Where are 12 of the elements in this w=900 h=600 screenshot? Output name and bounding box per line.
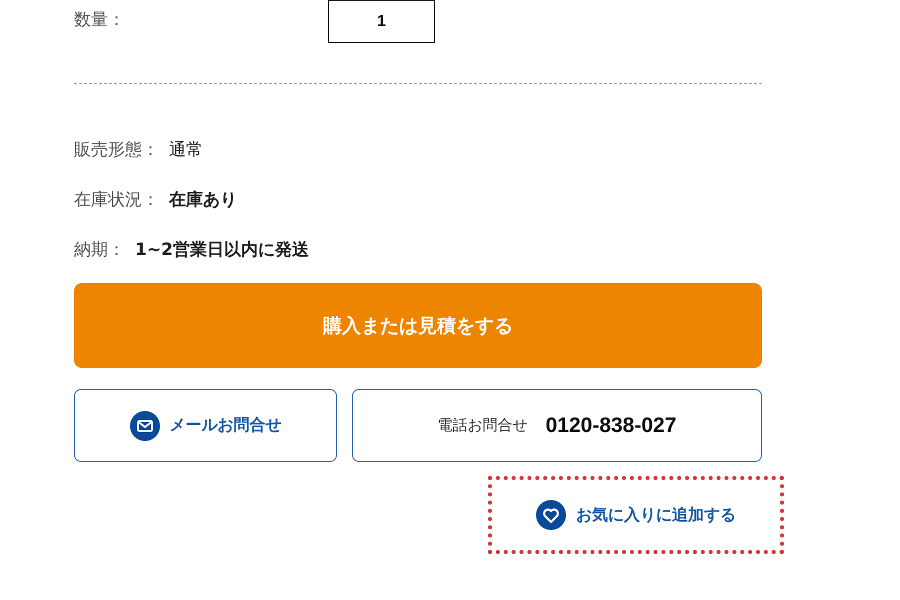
detail-value: 1~2営業日以内に発送	[135, 238, 309, 260]
detail-label: 販売形態：	[74, 138, 159, 160]
add-favorite-link[interactable]: お気に入りに追加する	[488, 476, 784, 554]
detail-label: 在庫状況：	[74, 188, 159, 210]
mail-inquiry-button[interactable]: メールお問合せ	[74, 389, 337, 462]
mail-icon	[130, 410, 160, 440]
detail-value: 在庫あり	[169, 188, 237, 210]
detail-label: 納期：	[74, 238, 125, 260]
quantity-label: 数量：	[74, 9, 126, 31]
detail-value: 通常	[169, 138, 203, 160]
phone-inquiry-button[interactable]: 電話お問合せ 0120-838-027	[352, 389, 762, 462]
quantity-input[interactable]: 1	[328, 0, 435, 43]
